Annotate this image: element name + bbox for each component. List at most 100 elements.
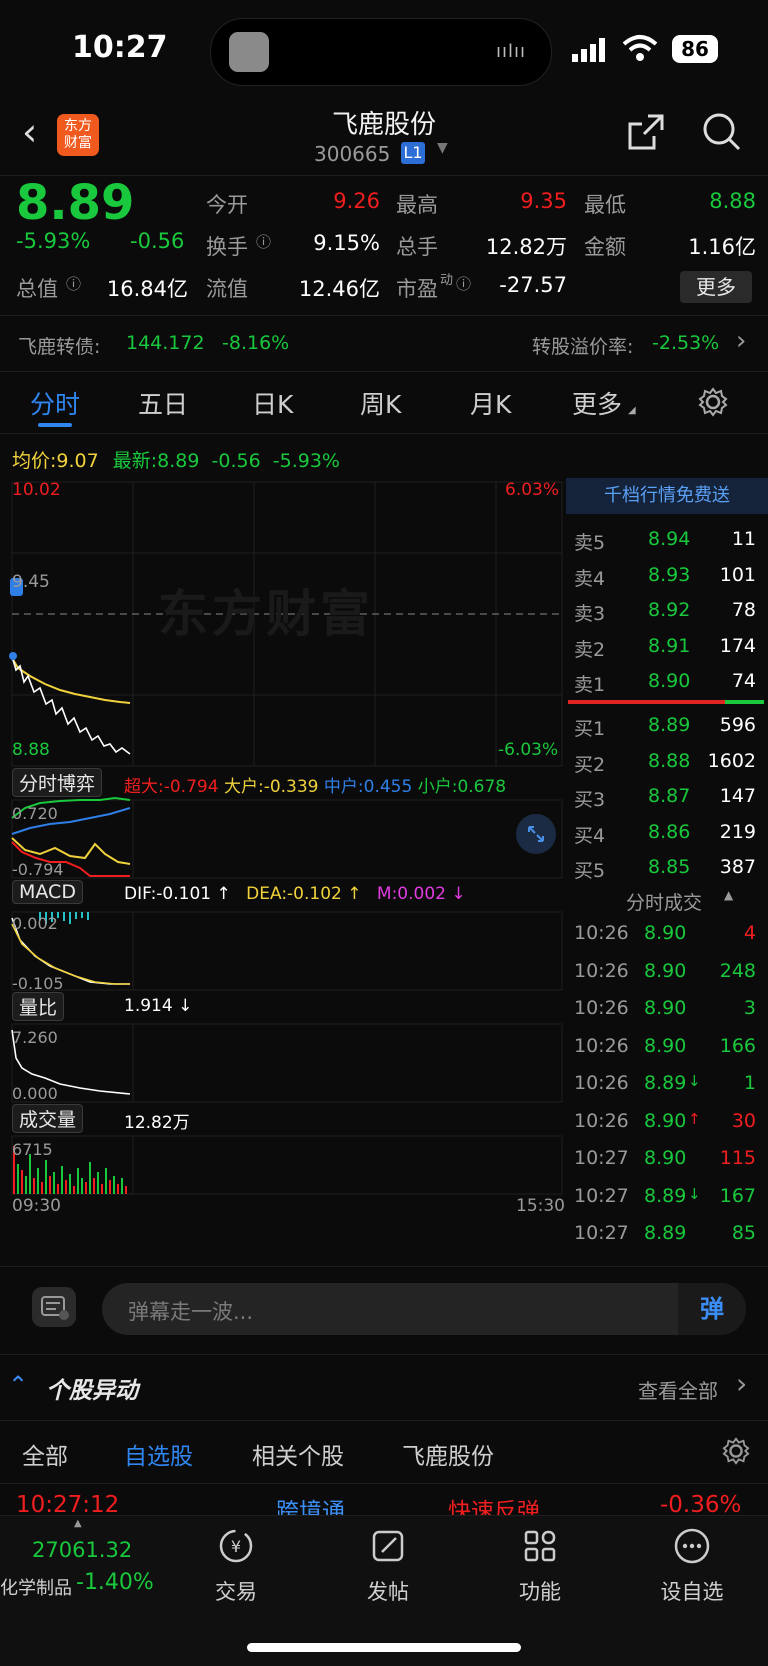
bond-label: 飞鹿转债: — [18, 336, 101, 358]
macd-selector[interactable]: MACD — [12, 880, 83, 904]
macd-values: DIF:-0.101 ↑ DEA:-0.102 ↑ M:0.002 ↓ — [124, 884, 466, 904]
anomaly-tab-watchlist[interactable]: 自选股 — [124, 1437, 193, 1471]
bottom-bar: ▲ 27061.32 化学制品 -1.40% ¥ 交易 发帖 功能 设自选 — [0, 1515, 768, 1666]
game-indicator-selector[interactable]: 分时博弈 — [12, 768, 103, 797]
share-icon[interactable] — [626, 112, 666, 156]
info-icon[interactable]: ⓘ — [66, 273, 81, 294]
level-price: 8.88 — [648, 749, 691, 772]
tick-qty: 166 — [719, 1034, 756, 1057]
buy-level-row[interactable]: 买1 8.89 596 — [566, 714, 766, 748]
buy-level-row[interactable]: 买4 8.86 219 — [566, 821, 766, 855]
volume-value: 12.82万 — [485, 235, 567, 259]
tick-price: 8.89 — [644, 1222, 687, 1244]
danmu-input[interactable]: 弹幕走一波... 弹 — [102, 1283, 746, 1335]
nav-post[interactable]: 发帖 — [338, 1526, 438, 1606]
collapse-icon[interactable]: ⌃ — [8, 1371, 28, 1399]
settings-gear-icon[interactable] — [722, 1437, 750, 1469]
level-label: 买5 — [574, 860, 606, 882]
tick-qty: 115 — [719, 1147, 756, 1169]
settings-gear-icon[interactable] — [698, 387, 728, 421]
tab-weekly-k[interactable]: 周K — [360, 385, 401, 421]
home-indicator — [247, 1643, 521, 1652]
sell-level-row[interactable]: 卖5 8.94 11 — [566, 528, 766, 562]
tick-price: 8.90 — [644, 959, 687, 982]
macd-label[interactable]: MACD — [12, 880, 83, 904]
ratio-label[interactable]: 量比 — [12, 992, 65, 1021]
nav-functions[interactable]: 功能 — [490, 1526, 590, 1606]
level-label: 卖4 — [574, 567, 606, 590]
ratio-selector[interactable]: 量比 — [12, 992, 65, 1021]
level-qty: 74 — [731, 670, 756, 692]
anomaly-tab-all[interactable]: 全部 — [22, 1437, 68, 1471]
bond-price: 144.172 — [126, 332, 205, 354]
info-icon[interactable]: ⓘ — [256, 231, 271, 252]
premium-label: 转股溢价率: — [532, 336, 634, 358]
super-label: 超大: — [124, 777, 164, 797]
buy-level-row[interactable]: 买5 8.85 387 — [566, 856, 766, 890]
tick-row: 10:26 8.90 166 — [566, 1035, 766, 1071]
index-name: 化学制品 — [0, 1578, 72, 1599]
chevron-down-icon[interactable]: ▼ — [437, 140, 448, 156]
sell-level-row[interactable]: 卖3 8.92 78 — [566, 599, 766, 633]
tab-five-day[interactable]: 五日 — [138, 385, 188, 421]
nav-trade[interactable]: ¥ 交易 — [186, 1526, 286, 1606]
macd-axis-bottom: -0.105 — [12, 974, 64, 993]
level-price: 8.93 — [648, 563, 691, 586]
free-level2-banner[interactable]: 千档行情免费送 — [566, 478, 768, 514]
level-badge[interactable]: L1 — [401, 142, 425, 164]
ticks-title[interactable]: 分时成交 — [626, 888, 702, 915]
expand-icon[interactable] — [516, 814, 556, 854]
danmu-toggle-icon[interactable] — [32, 1287, 76, 1327]
latest-value: 8.89 — [157, 450, 200, 472]
tab-intraday[interactable]: 分时 — [30, 385, 80, 421]
level-price: 8.87 — [648, 785, 691, 807]
clock: 10:27 — [72, 30, 168, 65]
intraday-chart-area: 均价:9.07 最新:8.89 -0.56 -5.93% 东方财富 10.02 … — [0, 434, 768, 1264]
amount-value: 1.16亿 — [688, 235, 756, 259]
anomaly-stock[interactable]: 跨境通 — [276, 1492, 345, 1516]
sell-level-row[interactable]: 卖1 8.90 74 — [566, 670, 766, 704]
chevron-right-icon[interactable]: › — [736, 1367, 747, 1400]
tick-row: 10:27 8.89 85 — [566, 1222, 766, 1258]
info-icon[interactable]: ⓘ — [456, 273, 471, 294]
tick-price: 8.90 — [644, 1109, 687, 1132]
tick-qty: 3 — [743, 997, 756, 1019]
level-qty: 596 — [719, 714, 756, 736]
big-value: -0.339 — [263, 777, 319, 797]
nav-add-watchlist[interactable]: 设自选 — [642, 1526, 742, 1606]
game-axis-bottom: -0.794 — [12, 860, 64, 879]
app-thumbnail — [229, 32, 269, 72]
tick-qty: 248 — [719, 959, 756, 982]
tick-time: 10:26 — [574, 959, 629, 982]
game-indicator-label[interactable]: 分时博弈 — [12, 768, 103, 797]
search-icon[interactable] — [702, 112, 742, 156]
tick-row: 10:26 8.89 ↓ 1 — [566, 1072, 766, 1108]
sell-level-row[interactable]: 卖2 8.91 174 — [566, 635, 766, 669]
caret-up-icon: ▲ — [74, 1518, 82, 1529]
tab-daily-k[interactable]: 日K — [252, 385, 293, 421]
anomaly-tab-related[interactable]: 相关个股 — [252, 1437, 344, 1471]
pe-superscript: 动 — [440, 273, 454, 288]
time-axis-end: 15:30 — [516, 1196, 565, 1216]
status-bar: 10:27 ıılıı 86 — [0, 0, 768, 100]
order-book: 千档行情免费送 卖5 8.94 11 卖4 8.93 101 卖3 8.92 78 卖2 8.91 1… — [566, 478, 768, 1264]
market-cap-label: 总值 — [16, 277, 58, 301]
tab-more[interactable]: 更多 — [572, 385, 622, 421]
nav-functions-label: 功能 — [519, 1580, 561, 1604]
signal-icon — [572, 38, 612, 66]
view-all-link[interactable]: 查看全部 — [638, 1375, 718, 1404]
volume-selector[interactable]: 成交量 — [12, 1104, 84, 1133]
volume-label[interactable]: 成交量 — [12, 1104, 84, 1133]
sell-level-row[interactable]: 卖4 8.93 101 — [566, 564, 766, 598]
tab-monthly-k[interactable]: 月K — [470, 385, 511, 421]
more-button[interactable]: 更多 — [680, 271, 752, 303]
index-ticker[interactable]: ▲ 27061.32 化学制品 -1.40% — [0, 1516, 160, 1616]
anomaly-row[interactable]: 10:27:12 跨境通 快速反弹 -0.36% — [0, 1486, 768, 1516]
stock-code: 300665 — [314, 142, 391, 166]
anomaly-tab-stock[interactable]: 飞鹿股份 — [402, 1437, 494, 1471]
convertible-bond-row[interactable]: 飞鹿转债: 144.172 -8.16% 转股溢价率: -2.53% › — [0, 315, 768, 372]
buy-level-row[interactable]: 买3 8.87 147 — [566, 785, 766, 819]
tick-price: 8.89 — [644, 1072, 687, 1094]
danmu-send-button[interactable]: 弹 — [678, 1283, 746, 1335]
buy-level-row[interactable]: 买2 8.88 1602 — [566, 750, 766, 784]
